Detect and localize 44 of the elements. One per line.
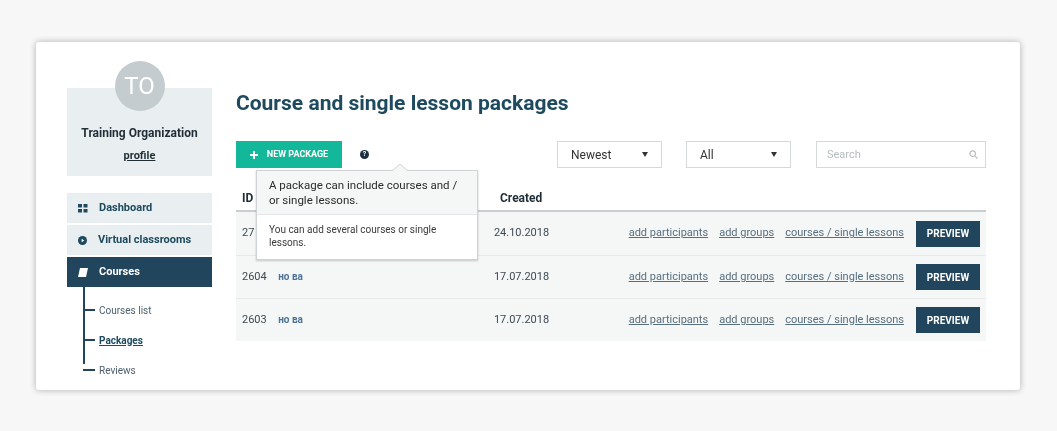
filter-select[interactable]: All xyxy=(686,141,791,168)
row-link[interactable]: add groups xyxy=(719,225,775,242)
package-name-link[interactable]: но ва xyxy=(278,270,303,282)
row-link[interactable]: add groups xyxy=(719,311,775,329)
plus-icon xyxy=(249,150,258,159)
search-field[interactable]: Search xyxy=(816,141,986,168)
grid-icon xyxy=(78,203,88,213)
avatar: TO xyxy=(114,61,165,111)
preview-button[interactable]: PREVIEW xyxy=(916,307,980,333)
row-link[interactable]: add participants xyxy=(628,225,709,242)
profile-link[interactable]: profile xyxy=(123,148,156,165)
preview-button[interactable]: PREVIEW xyxy=(916,264,980,290)
id-cell: 27 xyxy=(242,226,255,240)
submenu-item[interactable]: Packages xyxy=(99,332,143,348)
column-header: ID xyxy=(242,190,254,205)
package-name-link[interactable]: но ва xyxy=(278,313,303,325)
created-cell-text: 17.07.2018 xyxy=(493,268,551,285)
submenu-item[interactable]: Courses list xyxy=(99,302,152,318)
menu-item[interactable]: Dashboard xyxy=(67,193,212,223)
menu-item[interactable]: Virtual classrooms xyxy=(67,225,212,255)
row-link[interactable]: courses / single lessons xyxy=(785,268,904,286)
column-header: Created xyxy=(500,189,543,207)
organization-name: Training Organization xyxy=(81,125,198,142)
dropdown-caret-icon xyxy=(642,152,648,157)
sort-select[interactable]: Newest xyxy=(557,141,662,168)
created-cell-text: 24.10.2018 xyxy=(493,225,551,242)
row-link[interactable]: add groups xyxy=(719,268,775,286)
created-cell-text: 17.07.2018 xyxy=(493,311,551,328)
tooltip-text: You can add several courses or single lessons. xyxy=(268,223,438,250)
dropdown-caret-icon xyxy=(771,152,777,157)
search-icon xyxy=(969,150,978,159)
tooltip-heading: A package can include courses and / or single lessons. xyxy=(257,171,477,215)
page-title: Course and single lesson packages xyxy=(236,90,570,116)
play-icon xyxy=(78,235,87,245)
id-cell: 2604 xyxy=(242,269,267,283)
preview-button[interactable]: PREVIEW xyxy=(916,220,980,247)
book-icon xyxy=(78,267,88,277)
submenu-item[interactable]: Reviews xyxy=(99,362,136,378)
menu-item[interactable]: Courses xyxy=(67,257,212,287)
row-link[interactable]: add participants xyxy=(628,311,709,329)
id-cell: 2603 xyxy=(242,312,267,326)
row-link[interactable]: courses / single lessons xyxy=(785,311,904,329)
row-link[interactable]: add participants xyxy=(628,268,709,286)
row-link[interactable]: courses / single lessons xyxy=(785,225,904,242)
